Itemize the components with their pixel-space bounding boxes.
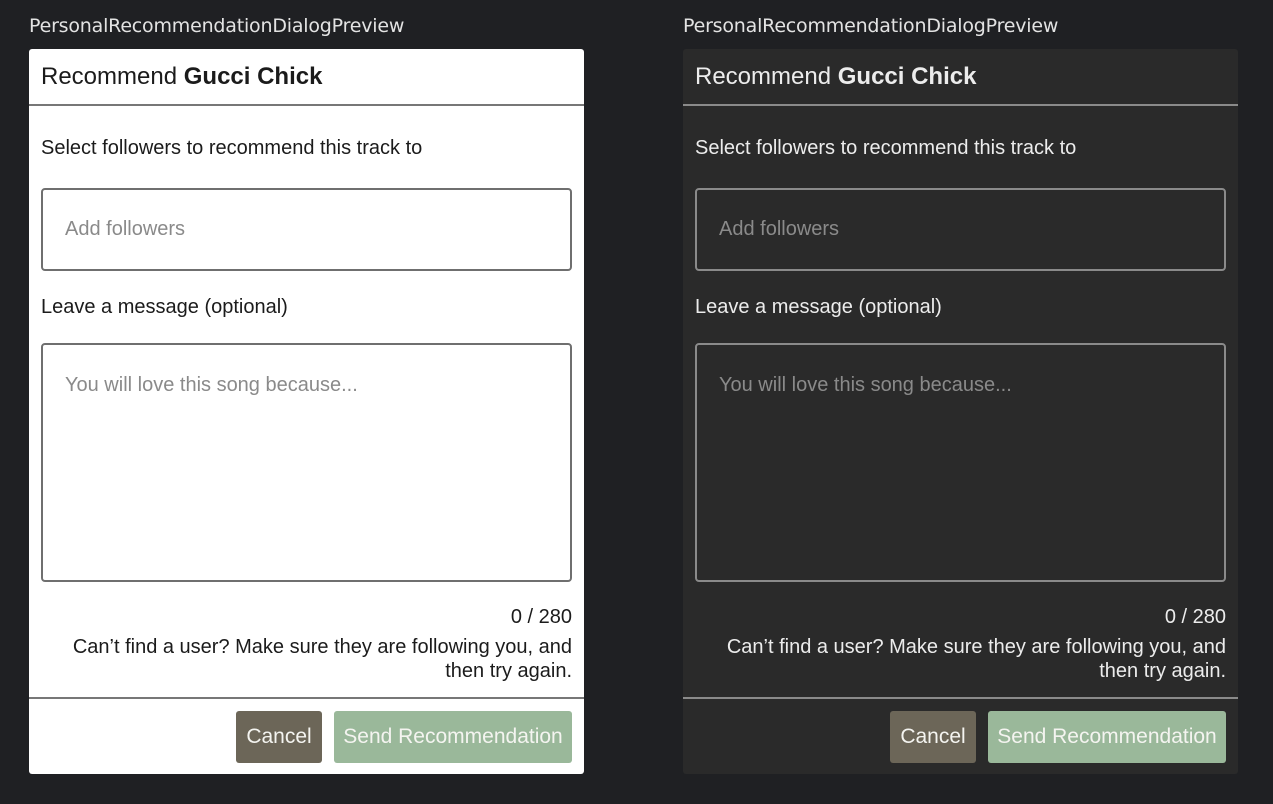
send-recommendation-button[interactable]: Send Recommendation bbox=[988, 711, 1226, 763]
track-name: Gucci Chick bbox=[183, 63, 323, 90]
select-followers-label: Select followers to recommend this track… bbox=[41, 137, 423, 159]
title-prefix: Recommend bbox=[695, 63, 832, 90]
hint-text: Can’t find a user? Make sure they are fo… bbox=[72, 636, 572, 682]
message-textarea[interactable] bbox=[695, 343, 1226, 582]
message-label: Leave a message (optional) bbox=[695, 296, 942, 318]
char-counter: 0 / 280 bbox=[1164, 606, 1226, 628]
message-textarea[interactable] bbox=[41, 343, 572, 582]
footer-divider bbox=[29, 697, 584, 699]
preview-label-dark: PersonalRecommendationDialogPreview bbox=[683, 15, 1059, 37]
add-followers-input[interactable] bbox=[695, 188, 1226, 271]
recommendation-dialog-light: Recommend Gucci Chick Select followers t… bbox=[29, 49, 584, 774]
send-recommendation-button[interactable]: Send Recommendation bbox=[334, 711, 572, 763]
add-followers-input[interactable] bbox=[41, 188, 572, 271]
cancel-button[interactable]: Cancel bbox=[890, 711, 976, 763]
preview-label-light: PersonalRecommendationDialogPreview bbox=[29, 15, 405, 37]
hint-text: Can’t find a user? Make sure they are fo… bbox=[726, 636, 1226, 682]
track-name: Gucci Chick bbox=[837, 63, 977, 90]
dialog-title: Recommend Gucci Chick bbox=[41, 63, 322, 91]
title-prefix: Recommend bbox=[41, 63, 178, 90]
footer-divider bbox=[683, 697, 1238, 699]
cancel-button[interactable]: Cancel bbox=[236, 711, 322, 763]
dialog-header: Recommend Gucci Chick bbox=[683, 49, 1238, 106]
message-label: Leave a message (optional) bbox=[41, 296, 288, 318]
dialog-title: Recommend Gucci Chick bbox=[695, 63, 976, 91]
dialog-header: Recommend Gucci Chick bbox=[29, 49, 584, 106]
select-followers-label: Select followers to recommend this track… bbox=[695, 137, 1077, 159]
char-counter: 0 / 280 bbox=[510, 606, 572, 628]
recommendation-dialog-dark: Recommend Gucci Chick Select followers t… bbox=[683, 49, 1238, 774]
